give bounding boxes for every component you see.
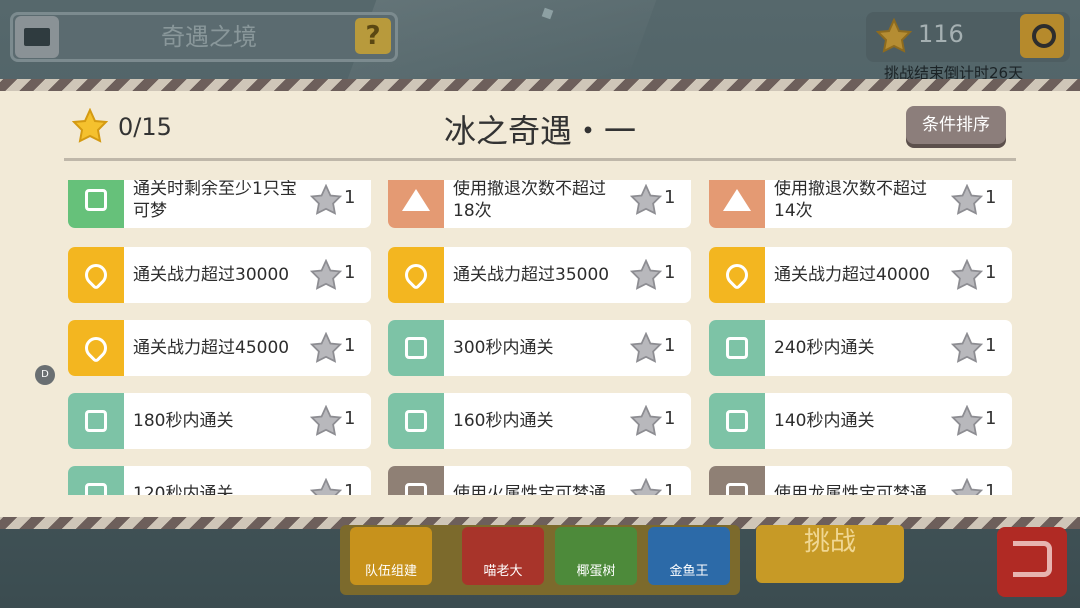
silver-star-icon: [310, 332, 342, 363]
silver-star-icon: [310, 478, 342, 495]
silver-star-icon: [951, 259, 983, 290]
condition-card[interactable]: 120秒内通关 1: [68, 466, 371, 495]
condition-text: 160秒内通关: [453, 411, 554, 431]
divider: [64, 158, 1016, 161]
timer-icon: [709, 320, 765, 376]
condition-card[interactable]: 240秒内通关 1: [709, 320, 1012, 376]
reward-count: 1: [344, 481, 356, 495]
reward-count: 1: [664, 335, 676, 356]
type-icon: [709, 466, 765, 495]
condition-text: 通关战力超过35000: [453, 265, 610, 285]
condition-card[interactable]: 140秒内通关 1: [709, 393, 1012, 449]
back-icon[interactable]: [997, 527, 1067, 597]
reward-count: 1: [985, 335, 997, 356]
timer-icon: [709, 393, 765, 449]
condition-card[interactable]: 通关战力超过30000 1: [68, 247, 371, 303]
team-button[interactable]: 队伍组建: [350, 527, 432, 585]
condition-text: 通关战力超过30000: [133, 265, 290, 285]
power-icon: [388, 247, 444, 303]
timer-icon: [388, 320, 444, 376]
silver-star-icon: [630, 478, 662, 495]
retreat-icon: [388, 180, 444, 228]
reward-count: 1: [985, 262, 997, 283]
silver-star-icon: [951, 184, 983, 215]
condition-card[interactable]: 使用龙属性宝可梦通 1: [709, 466, 1012, 495]
retreat-icon: [709, 180, 765, 228]
silver-star-icon: [951, 405, 983, 436]
panel-title: 冰之奇遇・一: [443, 112, 636, 150]
timer-icon: [68, 466, 124, 495]
condition-text: 使用火属性宝可梦通: [453, 484, 606, 495]
condition-card[interactable]: 通关战力超过35000 1: [388, 247, 691, 303]
reward-count: 1: [344, 187, 356, 208]
challenge-button[interactable]: 挑战: [756, 525, 904, 583]
power-icon: [68, 320, 124, 376]
help-button[interactable]: ?: [355, 18, 391, 54]
boss-button-3[interactable]: 金鱼王: [648, 527, 730, 585]
condition-card[interactable]: 180秒内通关 1: [68, 393, 371, 449]
condition-text: 使用撤退次数不超过14次: [774, 180, 927, 221]
silver-star-icon: [630, 405, 662, 436]
boss-label-2: 椰蛋树: [576, 564, 616, 579]
condition-text: 使用龙属性宝可梦通: [774, 484, 927, 495]
timer-icon: [388, 393, 444, 449]
debug-dot[interactable]: D: [35, 365, 55, 385]
team-label: 队伍组建: [364, 564, 417, 579]
boss-label-1: 喵老大: [483, 564, 523, 579]
boss-button-2[interactable]: 椰蛋树: [555, 527, 637, 585]
condition-card[interactable]: 通关战力超过40000 1: [709, 247, 1012, 303]
power-icon: [709, 247, 765, 303]
power-icon: [68, 247, 124, 303]
pokemon-count-icon: [68, 180, 124, 228]
condition-card[interactable]: 通关时剩余至少1只宝可梦 1: [68, 180, 371, 228]
reward-count: 1: [344, 408, 356, 429]
condition-text: 180秒内通关: [133, 411, 234, 431]
silver-star-icon: [630, 259, 662, 290]
condition-card[interactable]: 160秒内通关 1: [388, 393, 691, 449]
reward-count: 1: [664, 262, 676, 283]
condition-text: 240秒内通关: [774, 338, 875, 358]
reward-count: 1: [664, 187, 676, 208]
silver-star-icon: [630, 332, 662, 363]
condition-card[interactable]: 使用撤退次数不超过14次 1: [709, 180, 1012, 228]
star-progress: 0/15: [118, 113, 172, 141]
condition-text: 通关时剩余至少1只宝可梦: [133, 180, 297, 221]
condition-card[interactable]: 通关战力超过45000 1: [68, 320, 371, 376]
silver-star-icon: [310, 184, 342, 215]
condition-text: 140秒内通关: [774, 411, 875, 431]
reward-count: 1: [664, 481, 676, 495]
boss-label-3: 金鱼王: [669, 564, 709, 579]
condition-text: 120秒内通关: [133, 484, 234, 495]
condition-list[interactable]: 通关时剩余至少1只宝可梦 1 使用撤退次数不超过18次 1 使用撤退次数不超过14次 1 通…: [60, 180, 1020, 495]
search-icon[interactable]: [1020, 14, 1064, 58]
condition-text: 300秒内通关: [453, 338, 554, 358]
condition-text: 通关战力超过40000: [774, 265, 931, 285]
silver-star-icon: [951, 478, 983, 495]
star-icon: [876, 18, 912, 53]
condition-card[interactable]: 300秒内通关 1: [388, 320, 691, 376]
reward-count: 1: [985, 481, 997, 495]
reward-count: 1: [664, 408, 676, 429]
silver-star-icon: [951, 332, 983, 363]
reward-count: 1: [344, 335, 356, 356]
silver-star-icon: [310, 405, 342, 436]
condition-text: 使用撤退次数不超过18次: [453, 180, 606, 221]
castle-icon[interactable]: [15, 16, 59, 58]
silver-star-icon: [630, 184, 662, 215]
reward-count: 1: [985, 408, 997, 429]
gold-star-icon: [72, 108, 108, 143]
area-title: 奇遇之境: [161, 23, 257, 51]
panel-stripe-top: [0, 79, 1080, 91]
timer-icon: [68, 393, 124, 449]
reward-count: 1: [985, 187, 997, 208]
sort-button[interactable]: 条件排序: [906, 106, 1006, 144]
condition-card[interactable]: 使用火属性宝可梦通 1: [388, 466, 691, 495]
reward-count: 1: [344, 262, 356, 283]
silver-star-icon: [310, 259, 342, 290]
type-icon: [388, 466, 444, 495]
boss-button-1[interactable]: 喵老大: [462, 527, 544, 585]
star-count: 116: [918, 20, 964, 48]
condition-text: 通关战力超过45000: [133, 338, 290, 358]
condition-card[interactable]: 使用撤退次数不超过18次 1: [388, 180, 691, 228]
